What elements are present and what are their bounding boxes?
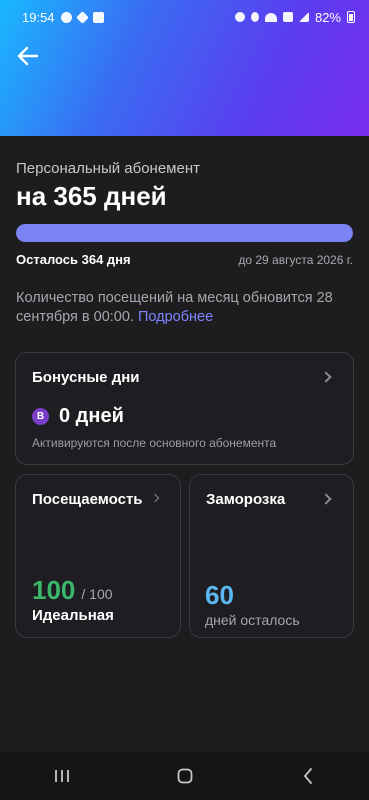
freeze-card[interactable]: Заморозка 60 дней осталось xyxy=(189,474,354,638)
home-icon[interactable] xyxy=(165,756,205,796)
status-bar: 19:54 82% xyxy=(0,0,369,34)
subscription-title: на 365 дней xyxy=(16,181,167,211)
location-icon xyxy=(250,12,259,22)
subscription-progress xyxy=(16,224,353,242)
subscription-progress-fill xyxy=(16,224,353,242)
battery-percent: 82% xyxy=(314,9,341,25)
days-remaining: Осталось 364 дня xyxy=(16,252,131,267)
alarm-icon xyxy=(234,12,245,22)
freeze-title: Заморозка xyxy=(206,491,286,508)
back-arrow-icon[interactable] xyxy=(14,42,42,70)
attendance-max: / 100 xyxy=(81,586,113,602)
facebook-icon xyxy=(60,11,72,23)
chevron-right-icon xyxy=(320,371,332,383)
bonus-days-card[interactable]: Бонусные дни B 0 дней Активируются после… xyxy=(15,352,354,465)
visits-info: Количество посещений на месяц обновится … xyxy=(16,289,353,327)
remaining-row: Осталось 364 дня до 29 августа 2026 г. xyxy=(16,252,353,267)
freeze-days-value: 60 xyxy=(205,580,234,610)
attendance-value: 100 xyxy=(32,575,76,605)
chevron-right-icon xyxy=(320,493,332,505)
attendance-values: 100 / 100 xyxy=(32,575,113,606)
attendance-title: Посещаемость xyxy=(32,491,143,508)
bonus-days-title: Бонусные дни xyxy=(32,369,140,386)
wifi-call-icon xyxy=(282,12,293,22)
recent-apps-icon[interactable] xyxy=(42,756,82,796)
task-icon xyxy=(92,11,104,23)
bonus-badge-icon: B xyxy=(32,408,49,425)
battery-icon xyxy=(347,11,355,23)
attendance-card[interactable]: Посещаемость 100 / 100 Идеальная xyxy=(15,474,181,638)
more-link[interactable]: Подробнее xyxy=(138,309,213,325)
chevron-right-icon xyxy=(150,493,160,503)
bonus-days-row: B 0 дней xyxy=(32,405,124,428)
app-notification-icon xyxy=(75,10,89,24)
wifi-icon xyxy=(264,12,277,22)
subscription-section: Персональный абонемент на 365 дней Остал… xyxy=(16,160,353,327)
attendance-label: Идеальная xyxy=(32,607,114,624)
system-nav-bar xyxy=(0,752,369,800)
status-time: 19:54 xyxy=(22,9,55,25)
system-back-icon[interactable] xyxy=(288,756,328,796)
freeze-days-label: дней осталось xyxy=(205,612,300,628)
signal-icon xyxy=(298,12,309,22)
subscription-subtitle: Персональный абонемент xyxy=(16,160,200,177)
bonus-days-value: 0 дней xyxy=(59,405,124,427)
bonus-days-note: Активируются после основного абонемента xyxy=(32,436,277,450)
expiry-date: до 29 августа 2026 г. xyxy=(238,253,353,267)
